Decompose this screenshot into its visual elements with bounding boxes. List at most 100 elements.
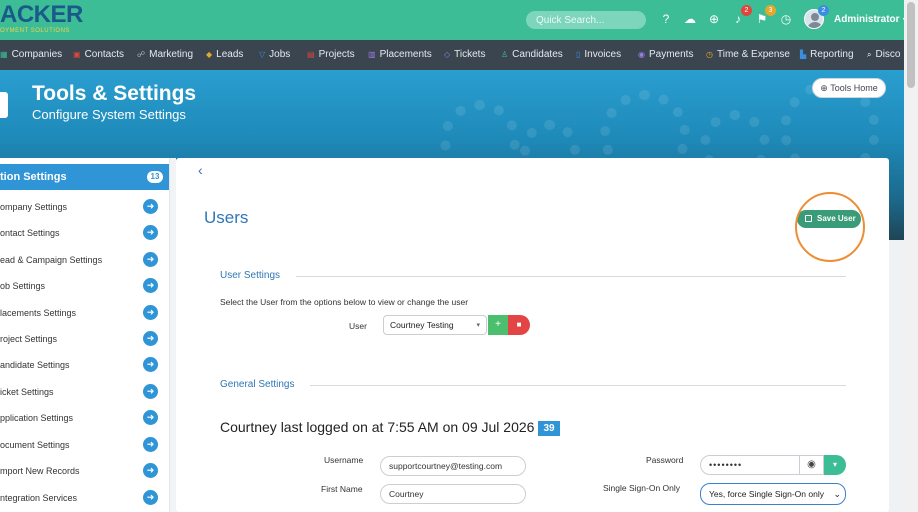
sidebar-item-placements[interactable]: lacements Settings ➜ [0,303,169,323]
last-logged-text: Courtney last logged on at 7:55 AM on 09… [220,419,560,436]
marketing-icon: ☍ [137,50,146,59]
sidebar-item-integration[interactable]: ntegration Services ➜ [0,488,169,508]
highlight-ring [795,192,865,262]
notification-badge: 2 [741,5,752,16]
payments-icon: ◉ [638,50,645,59]
leads-icon: ◆ [206,50,213,59]
sidebar-item-project[interactable]: roject Settings ➜ [0,329,169,349]
arrow-right-icon: ➜ [143,252,158,267]
sidebar-scrollbar[interactable] [169,158,176,512]
nav-discover[interactable]: ⌕ Disco [867,40,901,70]
username-field[interactable]: supportcourtney@testing.com [380,456,526,476]
nav-invoices[interactable]: ▯ Invoices [576,40,621,70]
avatar-head [811,13,819,21]
add-icon[interactable]: ⊕ [707,12,721,26]
sidebar-heading[interactable]: tion Settings 13 [0,164,169,190]
delete-user-button[interactable]: ■ [508,315,530,335]
page-title: Tools & Settings [32,82,197,105]
first-name-label: First Name [321,484,363,494]
chevron-left-icon[interactable]: ‹ [198,162,203,178]
nav-marketing[interactable]: ☍ Marketing [137,40,193,70]
settings-icon [0,92,8,118]
arrow-right-icon: ➜ [143,199,158,214]
nav-placements[interactable]: ▥ Placements [368,40,432,70]
placements-icon: ▥ [368,50,376,59]
user-settings-description: Select the User from the options below t… [220,297,469,307]
clock-icon: ◷ [706,50,713,59]
password-field[interactable]: •••••••• [700,455,800,475]
chat-icon[interactable]: ☁ [683,12,697,26]
users-panel: ‹ Users Save User User Settings Select t… [176,158,889,512]
plus-icon: + [495,319,501,330]
tickets-icon: ◇ [444,50,451,59]
arrow-right-icon: ➜ [143,490,158,505]
first-name-field[interactable]: Courtney [380,484,526,504]
flag-icon[interactable]: ⚑ 3 [755,5,776,26]
arrow-right-icon: ➜ [143,225,158,240]
nav-leads[interactable]: ◆ Leads [206,40,243,70]
arrow-right-icon: ➜ [143,305,158,320]
logo[interactable]: ACKER OYMENT SOLUTIONS [0,1,83,35]
sidebar-item-candidate[interactable]: andidate Settings ➜ [0,355,169,375]
nav-projects[interactable]: ▤ Projects [307,40,355,70]
flag-badge: 3 [765,5,776,16]
logo-text: ACKER [0,1,83,28]
arrow-right-icon: ➜ [143,278,158,293]
chevron-down-icon: ▾ [832,460,837,469]
nav-jobs[interactable]: ▽ Jobs [259,40,290,70]
sidebar-item-lead-campaign[interactable]: ead & Campaign Settings ➜ [0,250,169,270]
home-icon: ⊕ [820,83,828,93]
page-scrollbar[interactable] [904,0,918,512]
sidebar-item-document[interactable]: ocument Settings ➜ [0,435,169,455]
avatar-body [807,22,823,28]
nav-contacts[interactable]: ▣ Contacts [73,40,124,70]
nav-tickets[interactable]: ◇ Tickets [444,40,485,70]
arrow-right-icon: ➜ [143,463,158,478]
add-user-button[interactable]: + [488,315,508,335]
password-options-button[interactable]: ▾ [824,455,846,475]
quick-search-input[interactable] [526,11,646,29]
reporting-icon: ▙ [800,50,807,59]
sidebar-count-badge: 13 [147,171,163,183]
section-page-title: Users [204,208,249,227]
arrow-right-icon: ➜ [143,357,158,372]
trash-icon: ■ [516,320,522,329]
chevron-down-icon: ⌄ [833,489,841,499]
nav-payments[interactable]: ◉ Payments [638,40,693,70]
divider [310,385,846,386]
username-label: Username [324,455,364,465]
eye-icon[interactable]: ◉ [800,455,824,475]
sidebar-item-application[interactable]: pplication Settings ➜ [0,408,169,428]
projects-icon: ▤ [307,50,315,59]
arrow-right-icon: ➜ [143,437,158,452]
page-subtitle: Configure System Settings [32,107,186,122]
nav-companies[interactable]: ▦ Companies [0,40,62,70]
settings-sidebar: tion Settings 13 ompany Settings ➜ ontact… [0,158,176,512]
tools-home-button[interactable]: ⊕ Tools Home [812,78,886,98]
sso-select[interactable]: Yes, force Single Sign-On only ⌄ [700,483,846,505]
arrow-right-icon: ➜ [143,410,158,425]
sidebar-item-company[interactable]: ompany Settings ➜ [0,197,169,217]
candidates-icon: ♙ [501,50,509,59]
nav-candidates[interactable]: ♙ Candidates [501,40,563,70]
user-menu-label[interactable]: Administrator · [834,14,906,25]
history-icon[interactable]: ◷ [779,12,793,26]
nav-time-expense[interactable]: ◷ Time & Expense [706,40,790,70]
user-settings-title: User Settings [220,270,281,281]
companies-icon: ▦ [0,50,8,59]
bell-icon[interactable]: ♪ 2 [731,5,752,26]
divider [296,276,846,277]
password-label: Password [646,455,684,465]
general-settings-title: General Settings [220,379,295,390]
sidebar-item-ticket[interactable]: icket Settings ➜ [0,382,169,402]
help-icon[interactable]: ? [659,12,673,26]
arrow-right-icon: ➜ [143,384,158,399]
nav-reporting[interactable]: ▙ Reporting [800,40,854,70]
sidebar-item-contact[interactable]: ontact Settings ➜ [0,223,169,243]
scrollbar-thumb[interactable] [907,2,915,88]
chevron-down-icon: ▾ [476,322,480,329]
top-bar: ACKER OYMENT SOLUTIONS ? ☁ ⊕ ♪ 2 ⚑ 3 ◷ 2… [0,0,918,40]
sidebar-item-import[interactable]: mport New Records ➜ [0,461,169,481]
user-select[interactable]: Courtney Testing ▾ [383,315,487,335]
sidebar-item-job[interactable]: ob Settings ➜ [0,276,169,296]
